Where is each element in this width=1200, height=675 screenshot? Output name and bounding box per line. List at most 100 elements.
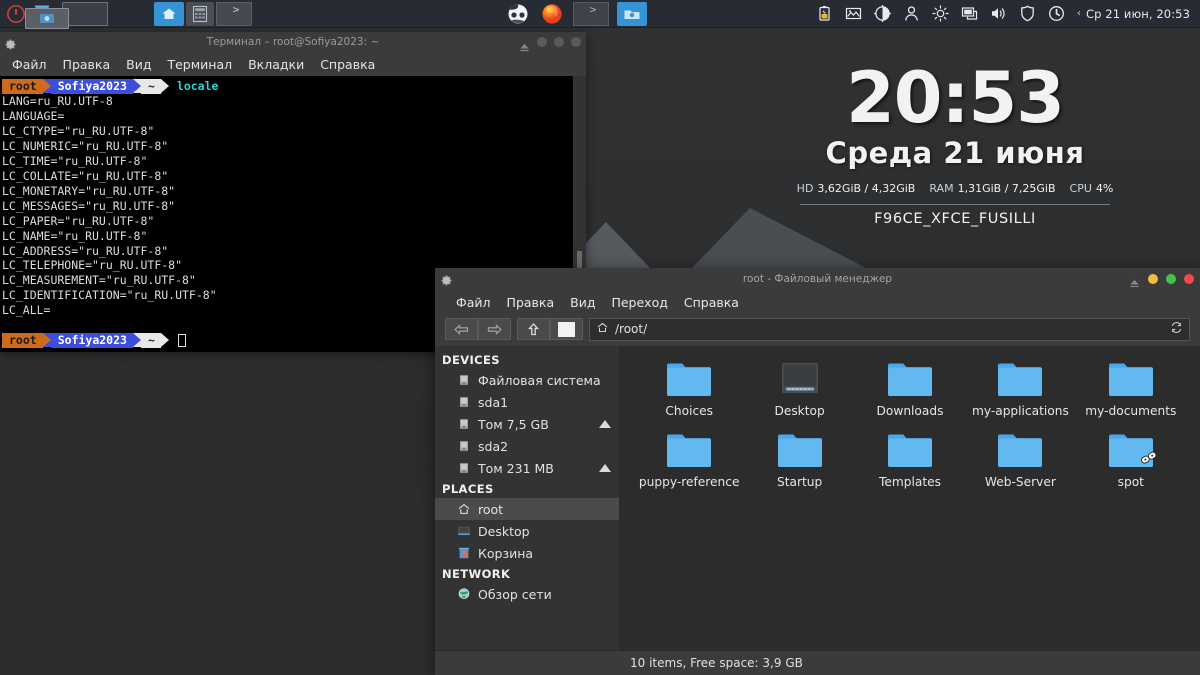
desktop-folder-icon[interactable]: [777, 360, 823, 398]
sidebar-item-том-231-mb[interactable]: Том 231 MB: [435, 457, 619, 479]
file-item[interactable]: Templates: [855, 431, 965, 490]
fm-icon-grid[interactable]: Choices Desktop Downloads my-applications my…: [620, 360, 1200, 490]
file-item[interactable]: Startup: [744, 431, 854, 490]
image-icon[interactable]: [845, 5, 862, 22]
sidebar-item-том-7-5-gb[interactable]: Том 7,5 GB: [435, 413, 619, 435]
display-icon[interactable]: [961, 5, 978, 22]
sidebar-item-desktop[interactable]: Desktop: [435, 520, 619, 542]
sidebar-item-sda1[interactable]: sda1: [435, 391, 619, 413]
gear-icon[interactable]: [440, 272, 453, 286]
minimize-button[interactable]: [1148, 273, 1158, 284]
folder-icon[interactable]: [666, 431, 712, 469]
volume-icon[interactable]: [990, 5, 1007, 22]
home-icon[interactable]: [154, 1, 184, 26]
eject-icon[interactable]: [599, 464, 611, 472]
menu-terminal[interactable]: Терминал: [167, 57, 232, 72]
menu-edit[interactable]: Правка: [63, 57, 111, 72]
calculator-icon[interactable]: [186, 1, 214, 26]
terminal-menubar[interactable]: Файл Правка Вид Терминал Вкладки Справка: [0, 52, 586, 76]
task-firefox[interactable]: [539, 2, 565, 26]
top-panel[interactable]: > > ‹ Ср 21 июн, 20:53: [0, 0, 1200, 29]
terminal-output-line: LC_PAPER="ru_RU.UTF-8": [2, 213, 155, 228]
user-icon[interactable]: [903, 5, 920, 22]
home-button[interactable]: [550, 318, 583, 340]
fm-statusbar: 10 items, Free space: 3,9 GB: [435, 650, 1200, 675]
forward-button[interactable]: [478, 318, 511, 340]
file-item[interactable]: Desktop: [744, 360, 854, 419]
maximize-button[interactable]: [1166, 273, 1176, 284]
terminal-window-controls[interactable]: [519, 37, 581, 51]
contrast-icon[interactable]: [873, 5, 891, 22]
panel-tasks[interactable]: >: [505, 1, 647, 26]
folder-icon[interactable]: [1108, 360, 1154, 398]
path-bar[interactable]: /root/: [589, 317, 1190, 341]
chevron-left-icon[interactable]: ‹: [1077, 8, 1081, 19]
menu-view[interactable]: Вид: [126, 57, 151, 72]
conky-ram-label: RAM: [929, 182, 954, 195]
battery-icon[interactable]: [816, 5, 833, 22]
panel-launchers[interactable]: >: [0, 1, 252, 29]
reload-icon[interactable]: [1170, 321, 1183, 337]
terminal-titlebar[interactable]: Терминал – root@Sofiya2023: ~: [0, 32, 586, 52]
task-filemanager[interactable]: [617, 1, 647, 26]
file-item[interactable]: Downloads: [855, 360, 965, 419]
sidebar-item-корзина[interactable]: Корзина: [435, 542, 619, 564]
sidebar-item-sda2[interactable]: sda2: [435, 435, 619, 457]
file-manager-window[interactable]: root - Файловый менеджер Файл Правка Вид…: [435, 268, 1200, 675]
conky-ram-value: 1,31GiB / 7,25GiB: [957, 182, 1056, 195]
file-item[interactable]: Choices: [634, 360, 744, 419]
folder-icon[interactable]: [997, 431, 1043, 469]
file-item[interactable]: spot: [1076, 431, 1186, 490]
close-button[interactable]: [571, 37, 581, 47]
file-item[interactable]: puppy-reference: [634, 431, 744, 490]
terminal-icon[interactable]: >: [216, 1, 252, 26]
menu-tabs[interactable]: Вкладки: [248, 57, 304, 72]
fm-file-area[interactable]: Choices Desktop Downloads my-applications my…: [620, 346, 1200, 650]
menu-go[interactable]: Переход: [611, 295, 667, 310]
file-item-label: Desktop: [774, 404, 825, 418]
shade-icon[interactable]: [519, 37, 530, 51]
fm-sidebar[interactable]: DEVICES Файловая система sda1 Том 7,5 GB sda…: [435, 346, 620, 650]
file-item[interactable]: Web-Server: [965, 431, 1075, 490]
menu-file[interactable]: Файл: [456, 295, 491, 310]
sidebar-item-файловая-система[interactable]: Файловая система: [435, 369, 619, 391]
folder-link-icon[interactable]: [1108, 431, 1157, 469]
panel-clock[interactable]: ‹ Ср 21 июн, 20:53: [1077, 7, 1194, 21]
task-pmusic[interactable]: [505, 2, 531, 26]
folder-icon[interactable]: [887, 431, 933, 469]
maximize-button[interactable]: [554, 37, 564, 47]
folder-icon[interactable]: [777, 431, 823, 469]
gear-icon[interactable]: [4, 36, 17, 49]
fm-window-controls[interactable]: [1129, 273, 1194, 288]
close-button[interactable]: [1184, 273, 1194, 284]
eject-icon[interactable]: [599, 420, 611, 428]
conky-time: 20:53: [846, 57, 1065, 139]
folder-icon[interactable]: [887, 360, 933, 398]
file-item[interactable]: my-applications: [965, 360, 1075, 419]
menu-help[interactable]: Справка: [320, 57, 375, 72]
menu-file[interactable]: Файл: [12, 57, 47, 72]
fm-toolbar[interactable]: /root/: [435, 316, 1200, 346]
shield-icon[interactable]: [1019, 5, 1036, 22]
nav-button-group: [445, 318, 511, 340]
panel-tray[interactable]: ‹ Ср 21 июн, 20:53: [816, 5, 1194, 22]
minimize-button[interactable]: [537, 37, 547, 47]
folder-icon[interactable]: [666, 360, 712, 398]
menu-help[interactable]: Справка: [684, 295, 739, 310]
task-terminal[interactable]: >: [573, 1, 609, 26]
fm-menubar[interactable]: Файл Правка Вид Переход Справка: [435, 289, 1200, 316]
sidebar-item-обзор-сети[interactable]: Обзор сети: [435, 583, 619, 605]
up-button[interactable]: [517, 318, 550, 340]
file-item[interactable]: my-documents: [1076, 360, 1186, 419]
conky-cpu-value: 4%: [1095, 182, 1114, 195]
clock-icon[interactable]: [1048, 5, 1065, 22]
back-button[interactable]: [445, 318, 478, 340]
menu-edit[interactable]: Правка: [507, 295, 555, 310]
menu-view[interactable]: Вид: [570, 295, 595, 310]
brightness-icon[interactable]: [932, 5, 949, 22]
shade-icon[interactable]: [1129, 274, 1140, 288]
folder-icon[interactable]: [997, 360, 1043, 398]
sidebar-item-root[interactable]: root: [435, 498, 619, 520]
fm-titlebar[interactable]: root - Файловый менеджер: [435, 268, 1200, 289]
task-minimized-window[interactable]: [25, 8, 69, 29]
